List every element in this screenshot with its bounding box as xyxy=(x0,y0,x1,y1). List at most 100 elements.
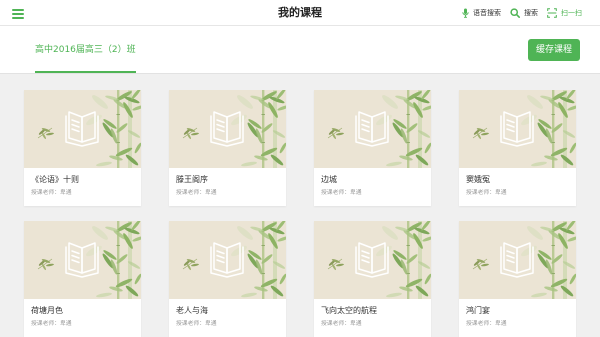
course-cover-image xyxy=(169,90,286,168)
bamboo-leaf xyxy=(386,292,402,298)
bamboo-leaf xyxy=(241,292,257,298)
scan-label: 扫一扫 xyxy=(561,8,582,17)
bamboo-leaf xyxy=(46,263,54,267)
book-text-line xyxy=(216,250,225,255)
course-info: 边城 授课老师：卑通 xyxy=(314,168,431,199)
bamboo-leaf xyxy=(531,161,547,167)
bamboo-leaf xyxy=(277,236,286,242)
search-label: 搜索 xyxy=(524,8,538,17)
course-teacher: 授课老师：卑通 xyxy=(321,190,362,196)
bamboo-leaf xyxy=(336,263,344,267)
bamboo-illustration xyxy=(327,90,431,168)
bamboo-leaf xyxy=(424,273,431,285)
scan-icon xyxy=(547,7,557,18)
voice-search-button[interactable]: 语音搜索 xyxy=(462,8,501,18)
book-text-line xyxy=(216,119,225,124)
book-text-line xyxy=(216,259,225,264)
book-text-line xyxy=(506,123,515,128)
book-page-left xyxy=(358,242,373,274)
book-page-left xyxy=(68,111,83,143)
book-text-line xyxy=(506,128,515,133)
course-teacher: 授课老师：卑通 xyxy=(176,321,217,327)
course-teacher: 授课老师：卑通 xyxy=(31,321,72,327)
book-page-left xyxy=(503,242,518,274)
bamboo-leaf xyxy=(422,236,431,242)
course-card[interactable]: 飞向太空的航程 授课老师：卑通 xyxy=(314,221,431,337)
book-text-line xyxy=(216,128,225,133)
bamboo-node xyxy=(261,245,265,246)
book-page-right xyxy=(226,111,241,143)
course-info: 滕王阁序授课老师：卑通 xyxy=(169,168,286,199)
book-text-line xyxy=(216,123,225,128)
bamboo-node xyxy=(406,114,410,115)
course-teacher: 授课老师：卑通 xyxy=(176,190,217,196)
course-cover-image xyxy=(459,221,576,299)
book-text-line xyxy=(71,254,80,259)
course-card[interactable]: 《论语》十则 授课老师：卑通 xyxy=(24,90,141,206)
bamboo-leaf xyxy=(279,142,286,154)
bamboo-leaf xyxy=(424,142,431,154)
book-text-line xyxy=(71,259,80,264)
course-info: 窦娥冤授课老师：卑通 xyxy=(459,168,576,199)
bamboo-illustration xyxy=(37,90,141,168)
book-text-line xyxy=(71,128,80,133)
book-text-line xyxy=(71,119,80,124)
course-cover-image xyxy=(24,90,141,168)
course-info: 鸿门宴授课老师：卑通 xyxy=(459,299,576,330)
bamboo-leaf xyxy=(569,273,576,285)
course-title: 鸿门宴 xyxy=(466,306,490,315)
bamboo-leaf xyxy=(96,161,112,167)
course-teacher: 授课老师：卑通 xyxy=(31,190,72,196)
course-teacher: 授课老师：卑通 xyxy=(466,321,507,327)
bamboo-illustration xyxy=(472,90,576,168)
book-text-line xyxy=(71,250,80,255)
course-card[interactable]: 荷塘月色授课老师：卑通 xyxy=(24,221,141,337)
hamburger-menu-icon xyxy=(12,9,24,19)
course-teacher: 授课老师：卑通 xyxy=(466,190,507,196)
bamboo-illustration xyxy=(182,90,286,168)
bamboo-leaf xyxy=(567,105,576,111)
bamboo-node xyxy=(116,245,120,246)
bamboo-node xyxy=(551,245,555,246)
course-info: 老人与海授课老师：卑通 xyxy=(169,299,286,330)
bamboo-leaf xyxy=(191,132,199,136)
bamboo-leaf xyxy=(241,161,257,167)
bamboo-leaf xyxy=(132,105,141,111)
course-title: 老人与海 xyxy=(176,306,208,315)
course-title: 滕王阁序 xyxy=(176,175,208,184)
bamboo-leaf xyxy=(96,292,112,298)
book-page-left xyxy=(358,111,373,143)
course-card[interactable]: 鸿门宴授课老师：卑通 xyxy=(459,221,576,337)
course-title: 窦娥冤 xyxy=(466,175,490,184)
book-text-line xyxy=(361,254,370,259)
cache-courses-button[interactable]: 缓存课程 xyxy=(528,39,580,61)
book-page-right xyxy=(371,111,386,143)
bamboo-node xyxy=(261,114,265,115)
course-title: 荷塘月色 xyxy=(31,306,63,315)
page-title: 我的课程 xyxy=(278,6,322,19)
tab-class[interactable]: 高中2016届高三（2）班 xyxy=(35,26,136,73)
course-cover-image xyxy=(169,221,286,299)
bamboo-leaf xyxy=(569,142,576,154)
search-button[interactable]: 搜索 xyxy=(510,7,538,18)
book-page-right xyxy=(226,242,241,274)
book-text-line xyxy=(506,250,515,255)
course-cover-image xyxy=(459,90,576,168)
app-window: 我的课程 语音搜索 搜索 扫一扫 高中2016届高三（2）班 缓存课程 《论语》… xyxy=(0,0,600,337)
bamboo-leaf xyxy=(132,236,141,242)
course-card[interactable]: 窦娥冤授课老师：卑通 xyxy=(459,90,576,206)
book-text-line xyxy=(361,250,370,255)
course-card[interactable]: 老人与海授课老师：卑通 xyxy=(169,221,286,337)
bamboo-node xyxy=(406,245,410,246)
course-card[interactable]: 边城 授课老师：卑通 xyxy=(314,90,431,206)
book-text-line xyxy=(361,119,370,124)
menu-button[interactable] xyxy=(10,6,26,20)
bamboo-leaf xyxy=(422,105,431,111)
book-text-line xyxy=(506,254,515,259)
bamboo-leaf xyxy=(567,236,576,242)
course-card[interactable]: 滕王阁序授课老师：卑通 xyxy=(169,90,286,206)
microphone-icon xyxy=(462,8,469,18)
book-text-line xyxy=(361,259,370,264)
bamboo-illustration xyxy=(37,221,141,299)
scan-button[interactable]: 扫一扫 xyxy=(547,7,582,18)
